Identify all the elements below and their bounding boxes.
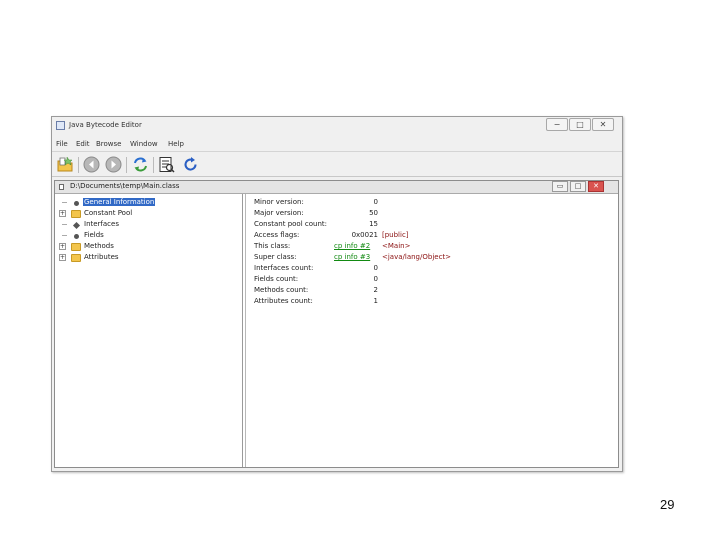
property-value: 2 bbox=[373, 286, 378, 294]
tree-item-fields[interactable]: Fields bbox=[59, 231, 239, 242]
property-label: Major version: bbox=[254, 209, 304, 217]
tree-connector bbox=[62, 202, 67, 203]
cp-info-link[interactable]: cp info #3 bbox=[334, 253, 370, 261]
toolbar-separator bbox=[126, 157, 127, 173]
menu-bar: File Edit Browse Window Help bbox=[52, 137, 622, 150]
maximize-button[interactable]: □ bbox=[569, 118, 591, 131]
property-row: Fields count: 0 bbox=[254, 275, 614, 286]
expand-icon[interactable]: + bbox=[59, 210, 66, 217]
menu-file[interactable]: File bbox=[56, 140, 68, 148]
property-value: 0x0021 bbox=[351, 231, 378, 239]
property-detail: <java/lang/Object> bbox=[382, 253, 452, 261]
property-row: Interfaces count: 0 bbox=[254, 264, 614, 275]
window-title: Java Bytecode Editor bbox=[69, 121, 142, 129]
property-value: 0 bbox=[373, 275, 378, 283]
tree-connector bbox=[62, 224, 67, 225]
property-row: Major version: 50 bbox=[254, 209, 614, 220]
property-value: 0 bbox=[373, 264, 378, 272]
expand-icon[interactable]: + bbox=[59, 254, 66, 261]
property-row: Constant pool count: 15 bbox=[254, 220, 614, 231]
property-row: This class: cp info #2 <Main> bbox=[254, 242, 614, 253]
property-label: Methods count: bbox=[254, 286, 309, 294]
property-row: Super class: cp info #3 <java/lang/Objec… bbox=[254, 253, 614, 264]
folder-icon bbox=[71, 210, 81, 218]
panel-maximize-button[interactable]: □ bbox=[570, 181, 586, 192]
menu-edit[interactable]: Edit bbox=[76, 140, 90, 148]
property-value: 15 bbox=[369, 220, 378, 228]
property-label: Access flags: bbox=[254, 231, 300, 239]
property-row: Attributes count: 1 bbox=[254, 297, 614, 308]
class-editor-panel: D:\Documents\temp\Main.class ▭ □ ✕ Gener… bbox=[54, 180, 619, 468]
tree-item-label: Constant Pool bbox=[84, 209, 133, 217]
back-icon[interactable] bbox=[83, 156, 100, 173]
tree-item-general-information[interactable]: General Information bbox=[59, 198, 239, 209]
minimize-button[interactable]: − bbox=[546, 118, 568, 131]
folder-icon bbox=[71, 243, 81, 251]
panel-minimize-button[interactable]: ▭ bbox=[552, 181, 568, 192]
bullet-icon bbox=[71, 232, 81, 240]
property-label: Super class: bbox=[254, 253, 297, 261]
tree-item-attributes[interactable]: + Attributes bbox=[59, 253, 239, 264]
class-tree: General Information + Constant Pool Inte… bbox=[55, 194, 243, 467]
app-icon bbox=[56, 121, 65, 130]
property-value: 0 bbox=[373, 198, 378, 206]
expand-icon[interactable]: + bbox=[59, 243, 66, 250]
diamond-icon bbox=[71, 221, 81, 230]
menu-browse[interactable]: Browse bbox=[96, 140, 122, 148]
toolbar bbox=[52, 151, 622, 177]
property-row: Access flags: 0x0021 [public] bbox=[254, 231, 614, 242]
reload-icon[interactable] bbox=[182, 156, 199, 173]
property-value: 1 bbox=[373, 297, 378, 305]
property-label: Interfaces count: bbox=[254, 264, 314, 272]
tree-item-label: Methods bbox=[84, 242, 114, 250]
property-label: Constant pool count: bbox=[254, 220, 327, 228]
tree-item-label: Attributes bbox=[84, 253, 119, 261]
refresh-icon[interactable] bbox=[132, 156, 149, 173]
general-information-pane: Minor version: 0 Major version: 50 Const… bbox=[245, 194, 616, 467]
editor-tab-path: D:\Documents\temp\Main.class bbox=[70, 182, 180, 190]
toolbar-separator bbox=[153, 157, 154, 173]
property-label: Minor version: bbox=[254, 198, 304, 206]
details-icon[interactable] bbox=[158, 156, 175, 173]
property-label: Attributes count: bbox=[254, 297, 313, 305]
forward-icon[interactable] bbox=[105, 156, 122, 173]
menu-help[interactable]: Help bbox=[168, 140, 184, 148]
property-label: This class: bbox=[254, 242, 291, 250]
slide-page-number: 29 bbox=[660, 497, 675, 512]
file-icon bbox=[59, 184, 64, 190]
cp-info-link[interactable]: cp info #2 bbox=[334, 242, 370, 250]
tree-item-methods[interactable]: + Methods bbox=[59, 242, 239, 253]
property-detail: <Main> bbox=[382, 242, 411, 250]
tree-item-label: Fields bbox=[84, 231, 104, 239]
title-bar: Java Bytecode Editor − □ ✕ bbox=[52, 117, 622, 136]
menu-window[interactable]: Window bbox=[130, 140, 158, 148]
tree-item-label: General Information bbox=[83, 198, 156, 206]
panel-close-button[interactable]: ✕ bbox=[588, 181, 604, 192]
tree-item-interfaces[interactable]: Interfaces bbox=[59, 220, 239, 231]
folder-icon bbox=[71, 254, 81, 262]
editor-tab[interactable]: D:\Documents\temp\Main.class ▭ □ ✕ bbox=[55, 181, 618, 194]
property-detail: [public] bbox=[382, 231, 409, 239]
tree-item-label: Interfaces bbox=[84, 220, 119, 228]
property-row: Minor version: 0 bbox=[254, 198, 614, 209]
app-window: Java Bytecode Editor − □ ✕ File Edit Bro… bbox=[51, 116, 623, 472]
property-value: 50 bbox=[369, 209, 378, 217]
open-icon[interactable] bbox=[57, 156, 74, 173]
toolbar-separator bbox=[78, 157, 79, 173]
property-row: Methods count: 2 bbox=[254, 286, 614, 297]
close-button[interactable]: ✕ bbox=[592, 118, 614, 131]
tree-connector bbox=[62, 235, 67, 236]
property-label: Fields count: bbox=[254, 275, 299, 283]
bullet-icon bbox=[71, 199, 81, 207]
tree-item-constant-pool[interactable]: + Constant Pool bbox=[59, 209, 239, 220]
